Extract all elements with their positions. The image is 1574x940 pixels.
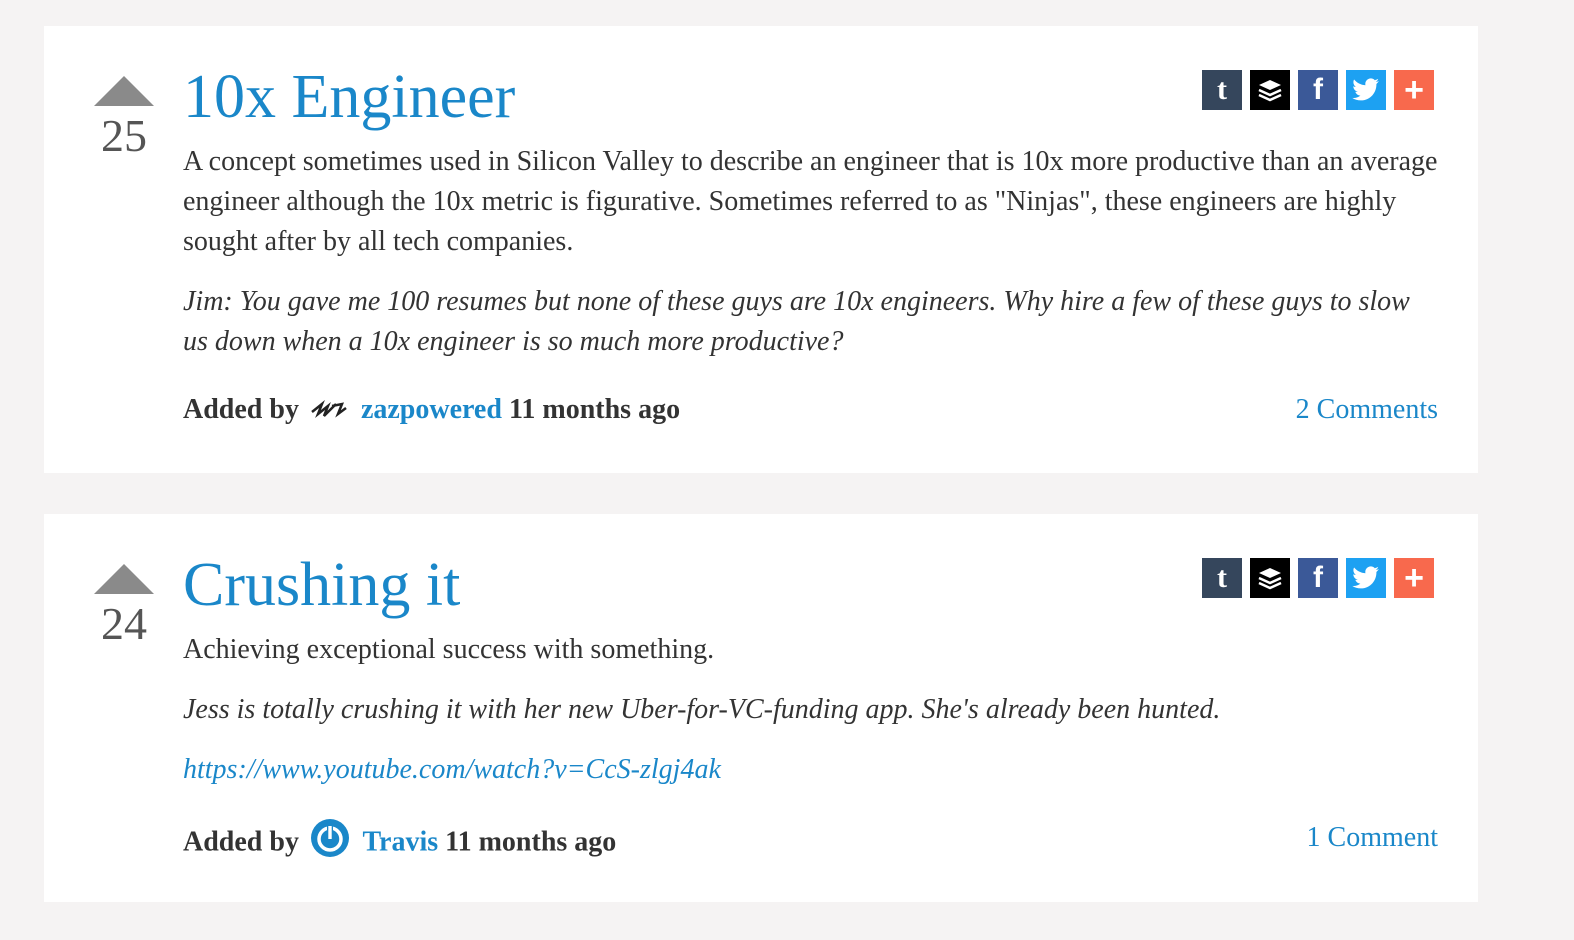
added-by-label: Added by: [183, 394, 299, 425]
post-definition: Achieving exceptional success with somet…: [183, 634, 715, 665]
user-link[interactable]: zazpowered: [361, 394, 502, 425]
post-title[interactable]: Crushing it: [183, 550, 1438, 620]
post-card: 24 t f + Crushing it Achieving exception…: [44, 514, 1478, 902]
upvote-arrow-icon[interactable]: [94, 564, 154, 594]
post-example: Jim: You gave me 100 resumes but none of…: [183, 286, 1410, 357]
post-meta: Added by zazpowered 11 months ago 2 Comm…: [183, 390, 1438, 432]
comments-link[interactable]: 2 Comments: [1296, 390, 1438, 430]
vote-widget: 25: [94, 76, 154, 162]
post-title[interactable]: 10x Engineer: [183, 62, 1438, 132]
post-example: Jess is totally crushing it with her new…: [183, 694, 1221, 725]
avatar: [310, 392, 348, 432]
upvote-arrow-icon[interactable]: [94, 76, 154, 106]
comments-link[interactable]: 1 Comment: [1307, 818, 1438, 858]
added-by-label: Added by: [183, 826, 299, 858]
post-definition: A concept sometimes used in Silicon Vall…: [183, 146, 1438, 257]
vote-count: 25: [101, 110, 147, 161]
post-time: 11 months ago: [445, 826, 617, 858]
post-card: 25 t f + 10x Engineer A concept sometime…: [44, 26, 1478, 473]
post-content: 10x Engineer A concept sometimes used in…: [183, 62, 1438, 362]
user-link[interactable]: Travis: [362, 826, 438, 857]
vote-count: 24: [101, 598, 147, 649]
post-time: 11 months ago: [508, 394, 681, 425]
vote-widget: 24: [94, 564, 154, 650]
avatar: [310, 818, 350, 870]
post-content: Crushing it Achieving exceptional succes…: [183, 550, 1438, 790]
post-meta: Added by Travis 11 months ago 1 Comment: [183, 818, 1438, 870]
post-link[interactable]: https://www.youtube.com/watch?v=CcS-zlgj…: [183, 750, 721, 790]
